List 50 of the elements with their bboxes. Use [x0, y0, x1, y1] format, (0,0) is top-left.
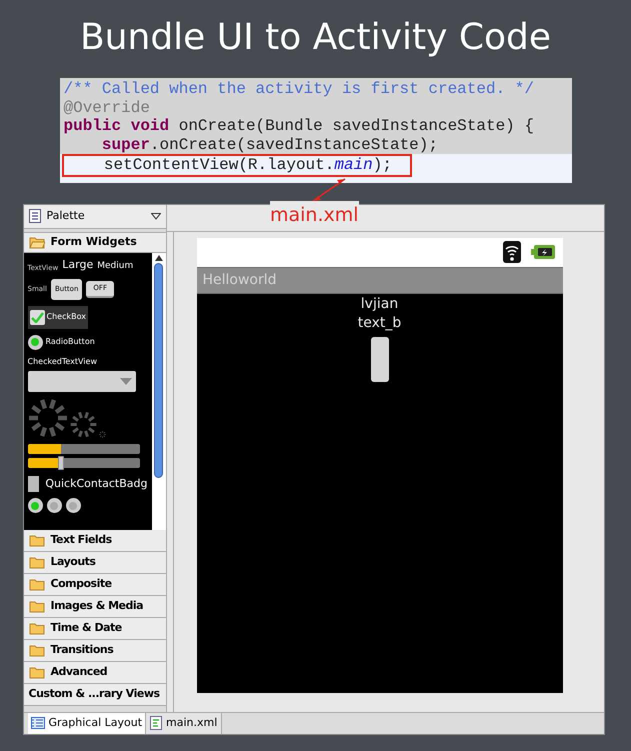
palette-group-header[interactable]: Transitions	[24, 640, 166, 662]
palette-group-header[interactable]: Composite	[24, 574, 166, 596]
folder-icon	[28, 666, 44, 678]
xml-file-icon	[150, 716, 162, 730]
spinner-icon	[28, 398, 68, 438]
code-line: super.onCreate(savedInstanceState);	[100, 136, 439, 154]
palette-group-header[interactable]: Advanced	[24, 662, 166, 684]
scroll-up-icon[interactable]	[154, 254, 162, 260]
folder-icon	[28, 644, 44, 656]
wifi-icon	[502, 241, 520, 263]
spinner-icon	[70, 410, 96, 438]
folder-icon	[28, 600, 44, 612]
code-line: /** Called when the activity is first created. */	[64, 80, 535, 98]
palette-group-header[interactable]: Text Fields	[24, 530, 166, 552]
scrollbar[interactable]	[152, 252, 166, 530]
radio-label: RadioButton	[46, 336, 95, 348]
layout-icon	[30, 717, 44, 729]
editor-tab[interactable]: main.xml	[146, 712, 222, 734]
checked-textview-preview: CheckedTextView	[28, 356, 98, 368]
list-icon	[28, 209, 40, 223]
scrollbar-thumb[interactable]	[154, 262, 163, 478]
code-line: public void onCreate(Bundle savedInstanceState) {	[64, 117, 535, 136]
code-line: @Override	[64, 98, 151, 117]
large-text-preview: Large	[62, 256, 94, 272]
device-text: text_b	[358, 314, 402, 332]
palette-group-header[interactable]: Custom & ...rary Views	[24, 684, 166, 706]
palette-group-header[interactable]: Layouts	[24, 552, 166, 574]
checkbox-preview: CheckBox	[28, 306, 88, 328]
palette-group-header[interactable]: Time & Date	[24, 618, 166, 640]
open-folder-icon	[28, 236, 44, 248]
folder-icon	[28, 534, 44, 546]
palette-group-header[interactable]: Form Widgets	[24, 232, 166, 252]
folder-icon	[28, 622, 44, 634]
palette-title: Palette	[46, 208, 86, 224]
app-title-bar: Helloworld	[196, 266, 562, 294]
caret-icon	[120, 378, 132, 384]
folder-icon	[28, 556, 44, 568]
slide-title: Bundle UI to Activity Code	[80, 16, 551, 60]
contact-badge-icon	[28, 476, 40, 492]
battery-icon	[530, 245, 554, 259]
editor-tab[interactable]: Graphical Layout	[28, 712, 146, 734]
palette-group-header[interactable]: Images & Media	[24, 596, 166, 618]
folder-icon	[28, 578, 44, 590]
device-text: lvjian	[360, 294, 398, 314]
check-icon	[30, 312, 44, 322]
spinner-icon	[98, 430, 106, 438]
dropdown-icon[interactable]	[150, 212, 160, 220]
medium-text-preview: Medium	[97, 260, 134, 272]
palette-header[interactable]: Palette	[24, 204, 166, 228]
badge-preview-label: QuickContactBadg	[45, 476, 148, 492]
